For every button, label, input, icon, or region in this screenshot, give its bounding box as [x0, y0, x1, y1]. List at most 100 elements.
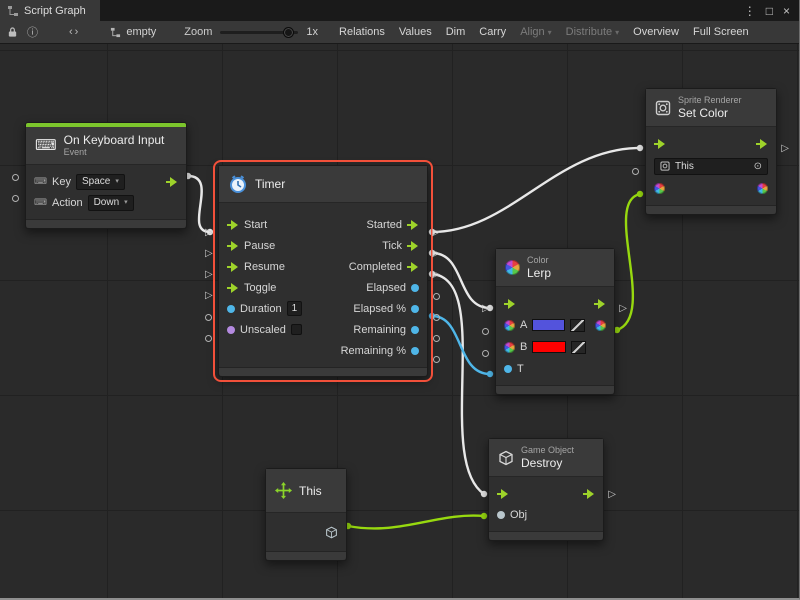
started-port[interactable] [407, 220, 419, 230]
a-outer-port[interactable] [482, 328, 489, 335]
node-on-keyboard-input[interactable]: ⌨ On Keyboard Input Event ⌨ Key Space ▾ [25, 122, 187, 229]
destroy-enter-port[interactable] [497, 489, 509, 499]
node-title: Lerp [527, 266, 551, 280]
dim-button[interactable]: Dim [440, 23, 472, 41]
lerp-enter-outer-port[interactable]: ▷ [482, 304, 490, 314]
node-footer [219, 367, 427, 376]
unscaled-checkbox[interactable] [291, 324, 302, 335]
node-footer [496, 385, 614, 394]
start-port[interactable] [227, 220, 239, 230]
fullscreen-button[interactable]: Full Screen [687, 23, 755, 41]
target-outer-port[interactable] [632, 168, 639, 175]
wire-this-to-destroy-obj[interactable] [348, 516, 484, 529]
elapsed-pct-port[interactable] [411, 305, 419, 313]
nav-arrows-icon[interactable]: ‹› [69, 26, 80, 38]
wire-endpoint [481, 513, 487, 519]
key-port-label: Key [52, 176, 71, 188]
relations-button[interactable]: Relations [333, 23, 391, 41]
align-button[interactable]: Align▾ [514, 23, 557, 41]
duration-outer-port[interactable] [205, 314, 212, 321]
zoom-slider-knob[interactable] [283, 27, 294, 38]
lerp-exit-port[interactable] [594, 299, 606, 309]
node-category: Game Object [521, 445, 574, 456]
action-dropdown[interactable]: Down ▾ [88, 195, 134, 211]
remaining-outer-port[interactable] [433, 335, 440, 342]
window-menu-icon[interactable]: ⋮ [744, 4, 756, 18]
close-icon[interactable]: × [783, 4, 790, 18]
completed-outer-port[interactable]: ▷ [432, 270, 440, 280]
duration-port[interactable] [227, 305, 235, 313]
destroy-exit-outer-port[interactable]: ▷ [608, 490, 616, 500]
key-input-port[interactable] [12, 174, 19, 181]
eyedropper-icon[interactable] [570, 319, 585, 332]
unscaled-port[interactable] [227, 326, 235, 334]
node-set-color[interactable]: Sprite Renderer Set Color This [645, 88, 777, 215]
node-this[interactable]: This [265, 468, 347, 561]
remaining-port[interactable] [411, 326, 419, 334]
obj-port[interactable] [497, 511, 505, 519]
key-dropdown[interactable]: Space ▾ [76, 174, 125, 190]
a-port-label: A [520, 319, 527, 331]
pause-outer-port[interactable]: ▷ [205, 249, 213, 259]
resume-outer-port[interactable]: ▷ [205, 270, 213, 280]
color-a-swatch[interactable] [532, 319, 565, 331]
node-timer[interactable]: Timer Start Started Pause Tick Resume Co… [218, 165, 428, 377]
lerp-enter-port[interactable] [504, 299, 516, 309]
maximize-icon[interactable]: □ [766, 4, 773, 18]
graph-asset-icon [110, 27, 121, 38]
wire-timer-started-to-setcolor[interactable] [432, 148, 640, 232]
remaining-pct-port[interactable] [411, 347, 419, 355]
tick-port[interactable] [407, 241, 419, 251]
game-object-cube-icon[interactable] [325, 526, 338, 539]
wire-timer-completed-to-destroy[interactable] [432, 274, 484, 494]
tick-outer-port[interactable]: ▷ [432, 249, 440, 259]
zoom-slider[interactable] [220, 31, 298, 34]
resume-port[interactable] [227, 262, 239, 272]
pause-port[interactable] [227, 241, 239, 251]
node-title: Timer [255, 177, 285, 191]
elapsed-port[interactable] [411, 284, 419, 292]
overview-button[interactable]: Overview [627, 23, 685, 41]
lerp-result-port[interactable] [595, 320, 606, 331]
toggle-outer-port[interactable]: ▷ [205, 291, 213, 301]
started-outer-port[interactable]: ▷ [432, 228, 440, 238]
elapsed-pct-outer-port[interactable] [433, 314, 440, 321]
start-outer-port[interactable]: ▷ [205, 228, 213, 238]
setcolor-enter-port[interactable] [654, 139, 666, 149]
eyedropper-icon[interactable] [571, 341, 586, 354]
wire-timer-elapsedpct-to-lerp-t[interactable] [432, 316, 490, 374]
carry-button[interactable]: Carry [473, 23, 512, 41]
wire-timer-tick-to-lerp[interactable] [432, 253, 490, 308]
toggle-port[interactable] [227, 283, 239, 293]
elapsed-outer-port[interactable] [433, 293, 440, 300]
completed-port[interactable] [407, 262, 419, 272]
wire-keyboard-to-timer-start[interactable] [188, 176, 210, 232]
wire-endpoint [637, 145, 643, 151]
lock-icon[interactable] [7, 26, 18, 38]
setcolor-exit-outer-port[interactable]: ▷ [781, 144, 789, 154]
t-port[interactable] [504, 365, 512, 373]
color-output-port[interactable] [757, 183, 768, 194]
graph-canvas[interactable]: ⌨ On Keyboard Input Event ⌨ Key Space ▾ [0, 44, 799, 598]
setcolor-exit-port[interactable] [756, 139, 768, 149]
color-input-port[interactable] [654, 183, 665, 194]
color-b-swatch[interactable] [532, 341, 566, 353]
trigger-output-port[interactable] [166, 177, 178, 187]
node-color-lerp[interactable]: Color Lerp A B [495, 248, 615, 395]
graph-breadcrumb[interactable]: empty [110, 26, 156, 38]
unscaled-outer-port[interactable] [205, 335, 212, 342]
node-title: On Keyboard Input [64, 133, 165, 147]
remaining-pct-outer-port[interactable] [433, 356, 440, 363]
duration-input[interactable]: 1 [287, 301, 303, 316]
distribute-button[interactable]: Distribute▾ [560, 23, 625, 41]
action-port-label: Action [52, 197, 83, 209]
destroy-exit-port[interactable] [583, 489, 595, 499]
b-outer-port[interactable] [482, 350, 489, 357]
values-button[interactable]: Values [393, 23, 438, 41]
info-icon[interactable]: ⓘ [27, 24, 38, 40]
tab-script-graph[interactable]: Script Graph [0, 0, 100, 21]
node-destroy[interactable]: Game Object Destroy Obj ▷ [488, 438, 604, 541]
target-dropdown[interactable]: This ⊙ [654, 158, 768, 175]
action-input-port[interactable] [12, 195, 19, 202]
lerp-exit-outer-port[interactable]: ▷ [619, 304, 627, 314]
